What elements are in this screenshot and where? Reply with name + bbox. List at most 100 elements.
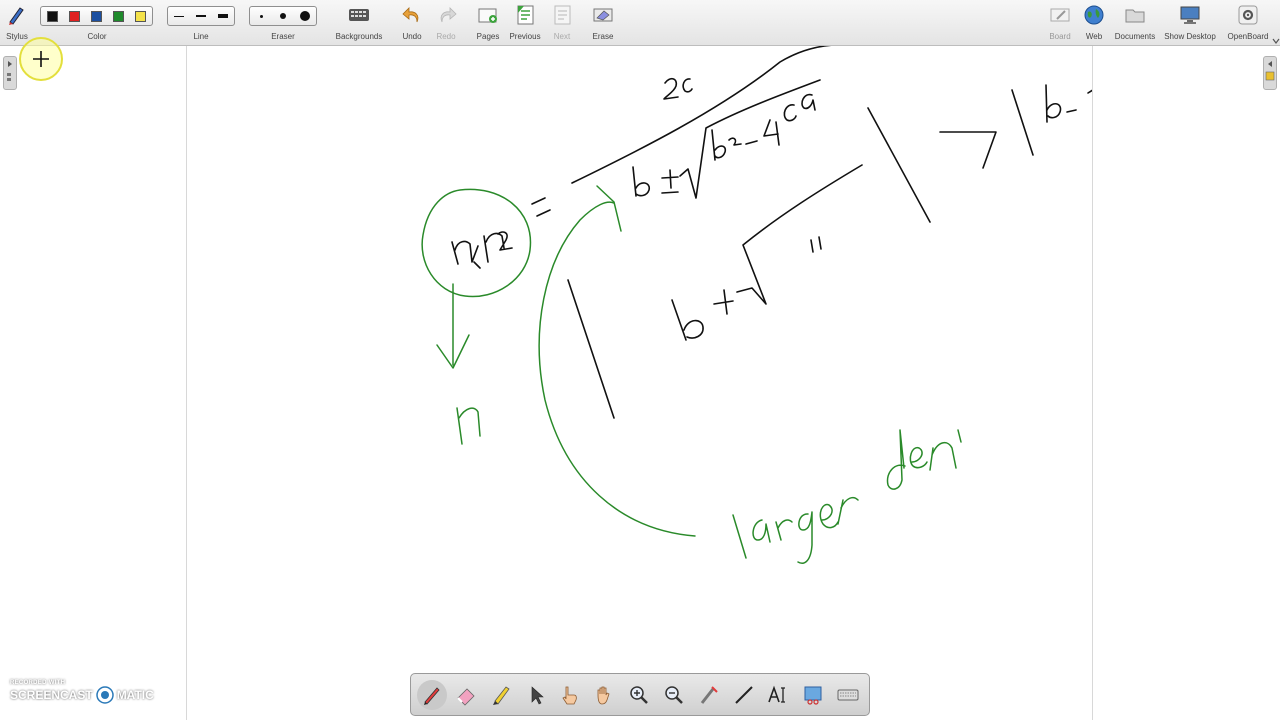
ink-circle xyxy=(421,188,532,298)
line-medium[interactable] xyxy=(190,7,212,25)
line-icon xyxy=(735,686,753,704)
board-button[interactable]: Board xyxy=(1046,0,1074,45)
ink-b-right xyxy=(1045,84,1062,123)
capture-icon xyxy=(804,686,822,705)
previous-label: Previous xyxy=(509,32,541,41)
zoom-in-tool[interactable] xyxy=(624,680,654,710)
highlighter-icon xyxy=(493,686,510,705)
eraser-small[interactable] xyxy=(250,7,272,25)
zoom-out-tool[interactable] xyxy=(659,680,689,710)
ink-2c xyxy=(663,77,679,100)
ink-b2 xyxy=(711,129,727,161)
text-icon xyxy=(768,685,785,703)
documents-button[interactable]: Documents xyxy=(1113,0,1157,45)
line-thin[interactable] xyxy=(168,7,190,25)
zoom-in-icon xyxy=(630,686,648,704)
eraser-label: Eraser xyxy=(271,32,295,41)
pages-label: Pages xyxy=(476,32,500,41)
line-label: Line xyxy=(193,32,209,41)
hand-tool[interactable] xyxy=(589,680,619,710)
ink-sqrt-right xyxy=(1087,89,1092,94)
erase-board-icon xyxy=(589,4,617,26)
cursor-highlight xyxy=(19,37,63,81)
expand-right-icon xyxy=(7,61,12,81)
laser-pointer-icon xyxy=(700,686,718,704)
add-page-icon xyxy=(474,4,502,26)
eraser-icon xyxy=(457,688,475,706)
openboard-label: OpenBoard xyxy=(1227,32,1269,41)
left-panel-toggle[interactable] xyxy=(3,56,17,90)
right-panel xyxy=(1092,46,1280,720)
undo-label: Undo xyxy=(402,32,422,41)
capture-tool[interactable] xyxy=(798,680,828,710)
eraser-large[interactable] xyxy=(294,7,316,25)
board-label: Board xyxy=(1049,32,1071,41)
show-desktop-label: Show Desktop xyxy=(1164,32,1216,41)
selector-tool[interactable] xyxy=(521,680,551,710)
openboard-menu-button[interactable]: OpenBoard xyxy=(1222,0,1274,45)
color-black[interactable] xyxy=(41,7,63,25)
ink-plusminus xyxy=(661,169,679,194)
color-swatch xyxy=(135,10,147,22)
ink-plus-second xyxy=(713,289,734,315)
ink-b xyxy=(632,166,650,197)
arrow-cursor-icon xyxy=(531,686,544,705)
next-button[interactable]: Next xyxy=(548,0,576,45)
ink-r xyxy=(456,407,481,445)
pen-tool[interactable] xyxy=(417,680,447,710)
ink-curve-arrow xyxy=(538,201,696,537)
right-panel-toggle[interactable] xyxy=(1263,56,1277,90)
eraser-size-picker xyxy=(249,6,317,26)
ink-sqrt xyxy=(679,79,821,199)
show-desktop-button[interactable]: Show Desktop xyxy=(1162,0,1218,45)
laser-pointer-tool[interactable] xyxy=(694,680,724,710)
highlighter-tool[interactable] xyxy=(486,680,516,710)
hand-icon xyxy=(597,686,610,705)
color-label: Color xyxy=(87,32,107,41)
color-swatch xyxy=(91,10,102,22)
previous-page-icon xyxy=(511,4,539,26)
erase-label: Erase xyxy=(592,32,614,41)
line-tool[interactable] xyxy=(729,680,759,710)
backgrounds-button[interactable]: Backgrounds xyxy=(333,0,385,45)
color-green[interactable] xyxy=(108,7,130,25)
monitor-icon xyxy=(1176,4,1204,26)
redo-button[interactable]: Redo xyxy=(433,0,459,45)
chevron-down-icon xyxy=(1272,33,1280,44)
ink-b-second xyxy=(671,299,704,341)
ink-greater xyxy=(939,131,997,169)
stylus-tool[interactable]: Stylus xyxy=(2,0,32,45)
line-thick[interactable] xyxy=(212,7,234,25)
color-swatch xyxy=(113,10,125,22)
eraser-medium[interactable] xyxy=(272,7,294,25)
ink-4ca xyxy=(763,119,780,146)
previous-button[interactable]: Previous xyxy=(507,0,543,45)
text-tool[interactable] xyxy=(763,680,793,710)
fraction-bar xyxy=(571,46,832,184)
redo-label: Redo xyxy=(436,32,456,41)
whiteboard-canvas[interactable] xyxy=(187,46,1092,720)
ink-bar-left xyxy=(567,279,615,419)
documents-label: Documents xyxy=(1114,32,1156,41)
color-blue[interactable] xyxy=(85,7,107,25)
next-label: Next xyxy=(553,32,571,41)
gear-icon xyxy=(1234,4,1262,26)
interact-tool[interactable] xyxy=(554,680,584,710)
color-picker xyxy=(40,6,153,26)
pen-icon xyxy=(424,687,440,705)
line-group: Line xyxy=(167,0,235,45)
top-toolbar: Stylus Color Line Eraser Backgrounds Und… xyxy=(0,0,1280,46)
eraser-group: Eraser xyxy=(249,0,317,45)
erase-button[interactable]: Erase xyxy=(589,0,617,45)
eraser-tool[interactable] xyxy=(451,680,481,710)
left-panel xyxy=(0,46,187,720)
undo-icon xyxy=(398,4,426,26)
web-button[interactable]: Web xyxy=(1080,0,1108,45)
pages-button[interactable]: Pages xyxy=(474,0,502,45)
keyboard-grid-icon xyxy=(345,4,373,26)
undo-button[interactable]: Undo xyxy=(398,0,426,45)
color-yellow[interactable] xyxy=(130,7,152,25)
virtual-keyboard-tool[interactable] xyxy=(833,680,863,710)
color-red[interactable] xyxy=(63,7,85,25)
color-swatch xyxy=(68,10,80,22)
